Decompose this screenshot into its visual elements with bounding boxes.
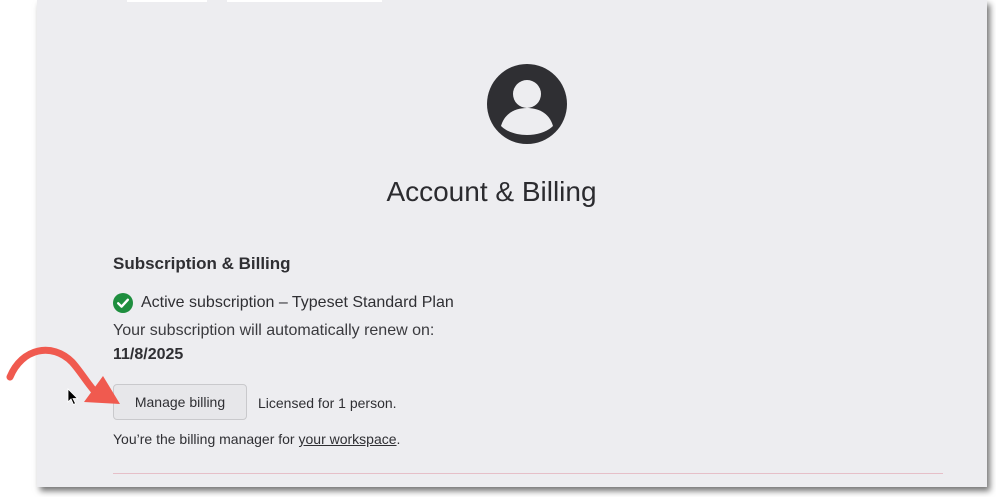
red-arrow-icon xyxy=(6,346,120,404)
section-title: Subscription & Billing xyxy=(113,254,291,273)
subscription-status: Active subscription – Typeset Standard P… xyxy=(113,293,454,313)
billing-manager-suffix: . xyxy=(396,431,401,447)
subscription-status-text: Active subscription – Typeset Standard P… xyxy=(141,294,454,311)
subscription-section: Subscription & Billing Active subscripti… xyxy=(37,0,987,487)
divider xyxy=(113,473,943,474)
workspace-link[interactable]: your workspace xyxy=(299,431,397,447)
renew-label: Your subscription will automatically ren… xyxy=(113,322,435,339)
billing-manager-text: You’re the billing manager for your work… xyxy=(113,431,400,447)
check-circle-icon xyxy=(113,293,133,313)
licensed-text: Licensed for 1 person. xyxy=(258,395,397,411)
billing-manager-prefix: You’re the billing manager for xyxy=(113,431,299,447)
mouse-cursor-icon xyxy=(67,388,79,406)
manage-billing-button[interactable]: Manage billing xyxy=(113,384,247,420)
